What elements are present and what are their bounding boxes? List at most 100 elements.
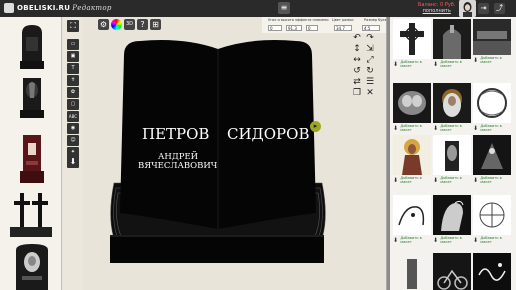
gallery-item[interactable]: ⬇ Добавить в макет (433, 83, 471, 133)
param-field-2[interactable]: 91.3 (286, 25, 302, 31)
gallery-item[interactable] (433, 253, 471, 290)
gallery-thumb[interactable] (393, 253, 431, 290)
add-to-layout-button[interactable]: Добавить в макет (440, 236, 471, 244)
product-monument-2[interactable] (18, 72, 46, 120)
grid-icon[interactable]: ⊞ (150, 19, 161, 30)
monument-stone[interactable] (84, 33, 352, 290)
patronymic[interactable]: ВЯЧЕСЛАВОВИЧ (138, 161, 217, 171)
gallery-thumb[interactable] (393, 83, 431, 123)
gallery-item[interactable]: ⬇ Добавить в макет (433, 195, 471, 245)
gallery-thumb[interactable] (433, 19, 471, 59)
add-to-layout-button[interactable]: Добавить в макет (400, 176, 431, 184)
gallery-thumb[interactable] (433, 135, 471, 175)
gallery-thumb[interactable] (393, 135, 431, 175)
delete-icon[interactable]: ✕ (365, 88, 375, 98)
download-icon[interactable]: ⬇ (473, 177, 478, 184)
abc-tool[interactable]: ABC (67, 111, 79, 122)
product-monument-4[interactable] (8, 189, 54, 239)
palette-icon[interactable] (111, 19, 122, 30)
gallery-item[interactable]: ⬇ Добавить в макет (473, 19, 511, 65)
rect-tool[interactable]: ▭ (67, 39, 79, 50)
download-icon[interactable]: ⬇ (433, 177, 438, 184)
download-icon[interactable]: ⬇ (473, 57, 478, 64)
product-monument-5[interactable] (12, 242, 52, 290)
help-icon[interactable]: ? (137, 19, 148, 30)
photo-tool[interactable]: ◉ (67, 123, 79, 134)
gallery-item[interactable]: ⬇ Добавить в макет (393, 19, 431, 69)
product-monument-3[interactable] (18, 131, 46, 185)
gallery-thumb[interactable] (473, 253, 511, 290)
param-field-1[interactable]: 0 (268, 25, 282, 31)
param-field-4[interactable]: 34.7 (334, 25, 352, 31)
download-icon[interactable]: ⬇ (393, 61, 398, 68)
param-field-5[interactable]: 4.5 (362, 25, 380, 31)
portrait-tool[interactable]: ☺ (67, 135, 79, 146)
add-to-layout-button[interactable]: Добавить в макет (480, 124, 511, 132)
logo[interactable]: OBELISKI.RU Редактор (17, 4, 112, 12)
resize-icon[interactable]: ⇲ (365, 44, 375, 54)
rotate-left-icon[interactable]: ↺ (352, 66, 362, 76)
next-arrow-icon[interactable]: ▸ (310, 121, 321, 132)
param-field-3[interactable]: 0 (306, 25, 318, 31)
gallery-item[interactable]: ⬇ Добавить в макет (393, 83, 431, 133)
avatar[interactable] (459, 0, 476, 17)
login-icon[interactable]: ⇥ (478, 3, 489, 14)
add-to-layout-button[interactable]: Добавить в макет (400, 236, 431, 244)
move-horizontal-icon[interactable]: ↔ (352, 55, 362, 65)
gallery-item[interactable]: ⬇ Добавить в макет (393, 195, 431, 245)
undo-icon[interactable]: ↶ (352, 33, 362, 43)
image-tool[interactable]: ▣ (67, 51, 79, 62)
flower-tool[interactable]: ✿ (67, 87, 79, 98)
gallery-thumb[interactable] (433, 195, 471, 235)
app-icon[interactable] (4, 3, 14, 13)
gallery-item[interactable] (473, 253, 511, 290)
download-icon[interactable]: ⬇ (473, 237, 478, 244)
download-icon[interactable]: ⬇ (393, 125, 398, 132)
surname-left[interactable]: ПЕТРОВ (142, 125, 209, 143)
add-to-layout-button[interactable]: Добавить в макет (440, 60, 471, 68)
cross-tool[interactable]: ✝ (67, 75, 79, 86)
add-to-layout-button[interactable]: Добавить в макет (440, 124, 471, 132)
add-to-layout-button[interactable]: Добавить в макет (400, 60, 431, 68)
gallery-thumb[interactable] (473, 83, 511, 123)
design-canvas[interactable]: ПЕТРОВ СИДОРОВ АНДРЕЙ ВЯЧЕСЛАВОВИЧ ▸ (84, 33, 352, 290)
flip-icon[interactable]: ⇄ (352, 77, 362, 87)
menu-icon[interactable]: ≡ (278, 2, 290, 14)
gallery-item[interactable]: ⬇ Добавить в макет (473, 135, 511, 185)
rotate-right-icon[interactable]: ↻ (365, 66, 375, 76)
gallery-thumb[interactable] (393, 195, 431, 235)
download-icon[interactable]: ⬇ (433, 61, 438, 68)
exit-icon[interactable]: ⤴ (494, 3, 505, 14)
gallery-thumb[interactable] (473, 195, 511, 235)
gallery-item[interactable]: ⬇ Добавить в макет (433, 19, 471, 69)
gallery-item[interactable] (393, 253, 431, 290)
settings-icon[interactable]: ⚙ (98, 19, 109, 30)
add-to-layout-button[interactable]: Добавить в макет (480, 236, 511, 244)
move-vertical-icon[interactable]: ↕ (352, 44, 362, 54)
duplicate-icon[interactable]: ❐ (352, 88, 362, 98)
align-icon[interactable]: ☰ (365, 77, 375, 87)
surname-right[interactable]: СИДОРОВ (227, 125, 309, 143)
add-to-layout-button[interactable]: Добавить в макет (440, 176, 471, 184)
frame-tool[interactable]: ▢ (67, 99, 79, 110)
topup-link[interactable]: пополнить (418, 8, 455, 14)
add-to-layout-button[interactable]: Добавить в макет (400, 124, 431, 132)
fullscreen-icon[interactable]: ⛶ (67, 20, 79, 32)
gallery-thumb[interactable] (393, 19, 431, 59)
gallery-thumb[interactable] (473, 19, 511, 55)
product-monument-1[interactable] (18, 23, 46, 71)
gallery-thumb[interactable] (473, 135, 511, 175)
gallery-item[interactable]: ⬇ Добавить в макет (433, 135, 471, 185)
gallery-item[interactable]: ⬇ Добавить в макет (473, 83, 511, 133)
scale-icon[interactable]: ⤢ (365, 55, 375, 65)
gallery-item[interactable]: ⬇ Добавить в макет (393, 135, 431, 185)
gallery-thumb[interactable] (433, 253, 471, 290)
download-icon[interactable]: ⬇ (433, 125, 438, 132)
gallery-thumb[interactable] (433, 83, 471, 123)
gallery-scrollbar[interactable] (387, 17, 390, 290)
download-icon[interactable]: ⬇ (393, 237, 398, 244)
gallery-item[interactable]: ⬇ Добавить в макет (473, 195, 511, 245)
download-icon[interactable]: ⬇ (473, 125, 478, 132)
3d-icon[interactable]: 3D (124, 19, 135, 30)
download-icon[interactable]: ⬇ (433, 237, 438, 244)
